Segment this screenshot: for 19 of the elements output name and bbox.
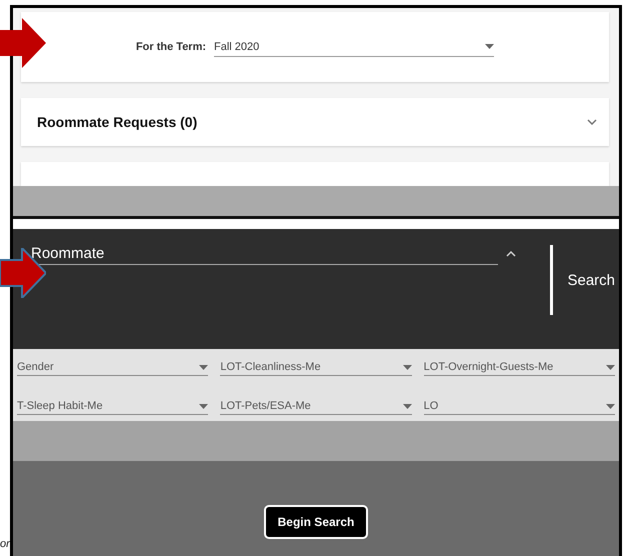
section-header[interactable]: Roommate Requests (0) [21,98,609,146]
select-field[interactable]: LOT-Pets/ESA-Me [220,398,412,415]
caret-icon [199,364,208,370]
caret-icon [199,404,208,408]
caret-icon [606,404,615,408]
chevron-up-icon [506,251,516,257]
select-field[interactable]: LO [424,398,615,415]
term-select[interactable]: Fall 2020 [214,38,494,56]
select-field[interactable]: LOT-Cleanliness-Me [220,359,412,376]
caret-icon [402,364,412,370]
begin-search-button[interactable]: Begin Search [264,505,368,539]
select-field[interactable]: LOT-Overnight-Guests-Me [424,359,615,376]
select-field[interactable]: Gender [17,359,208,376]
caret-icon [402,404,412,408]
select-field[interactable]: T-Sleep Habit-Me [17,398,208,415]
caret-icon [485,44,494,49]
caret-icon [606,364,615,370]
term-label: For the Term: [136,41,206,53]
arrow-icon [0,18,46,68]
